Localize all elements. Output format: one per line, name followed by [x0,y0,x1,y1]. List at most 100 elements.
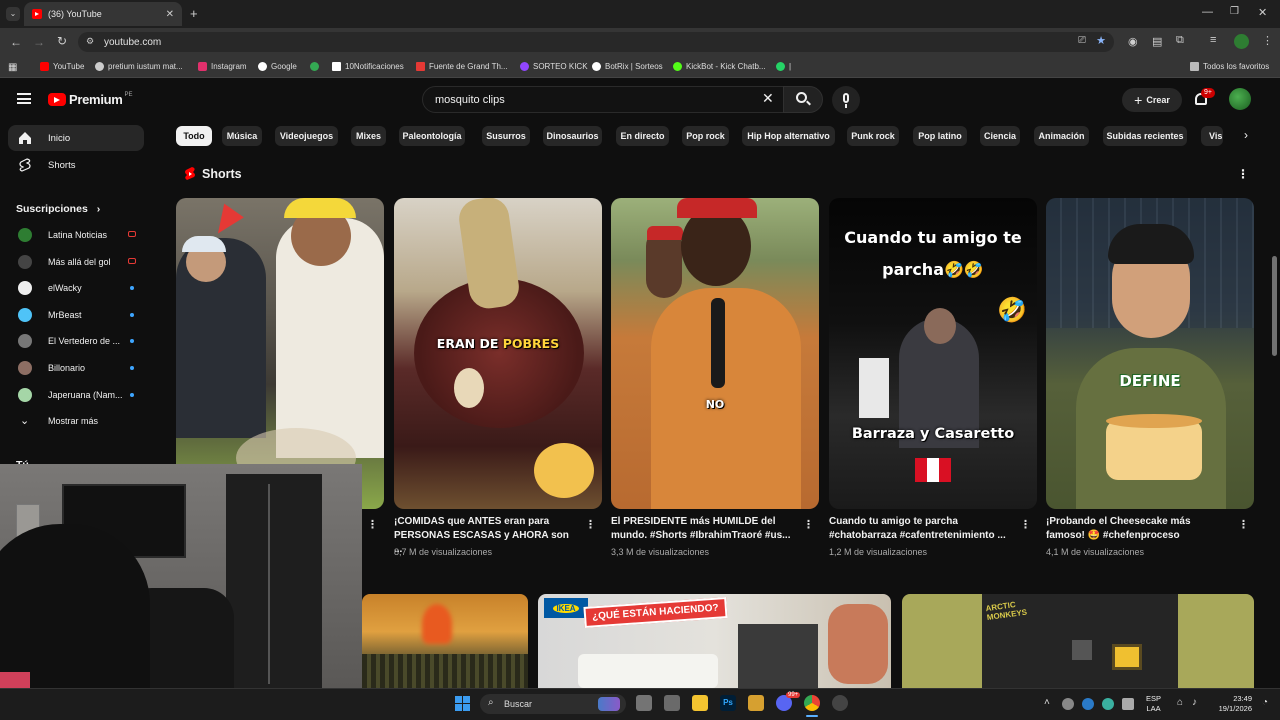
browser-tab-youtube[interactable]: (36) YouTube ✕ [24,2,182,26]
account-avatar[interactable] [1229,88,1251,110]
filter-chip[interactable]: Paleontología [399,126,465,146]
video-thumbnail[interactable] [362,594,528,688]
filter-chip[interactable]: Videojuegos [275,126,338,146]
browser-menu-icon[interactable]: ⋮ [1262,34,1273,47]
tab-search-icon[interactable]: ⌄ [6,7,20,21]
short-menu-icon[interactable]: ⋮ [585,518,596,531]
tab-close-icon[interactable]: ✕ [166,9,174,20]
back-icon[interactable]: ← [10,35,22,49]
bookmark-unnamed[interactable] [310,62,323,71]
windows-start-icon[interactable] [455,696,470,711]
filter-chip[interactable]: Animación [1034,126,1089,146]
language-indicator[interactable]: ESP LAA [1146,694,1161,714]
shelf-menu-icon[interactable]: ⋮ [1237,167,1249,181]
bookmark-youtube[interactable]: YouTube [40,62,84,71]
bookmark-pretium[interactable]: pretium iustum mat... [95,62,183,71]
minimize-icon[interactable]: — [1202,6,1213,18]
app-icon[interactable] [832,695,848,711]
extension-icon[interactable]: ◉ [1128,35,1138,48]
search-button[interactable] [783,86,823,113]
filter-chip[interactable]: Punk rock [847,126,899,146]
address-bar[interactable]: ⚙ youtube.com ⎚ ★ [78,32,1114,52]
filter-chip[interactable]: Susurros [482,126,530,146]
sidebar-subscription[interactable]: Billonario [8,356,144,380]
restore-icon[interactable]: ❐ [1230,6,1239,17]
bookmark-grand-theft[interactable]: Fuente de Grand Th... [416,62,508,71]
short-menu-icon[interactable]: ⋮ [803,518,814,531]
video-thumbnail[interactable]: IKEA ¿QUÉ ESTÁN HACIENDO? [538,594,891,688]
tray-chevron-icon[interactable]: ˄ [1044,697,1050,708]
reload-icon[interactable]: ↻ [57,34,67,48]
show-more-button[interactable]: ⌄ Mostrar más [8,409,144,433]
volume-icon[interactable]: ♪ [1192,697,1197,708]
filter-chip[interactable]: Vis [1201,126,1223,146]
window-close-icon[interactable]: ✕ [1258,6,1267,19]
filter-chip[interactable]: Mixes [351,126,386,146]
bookmark-whatsapp[interactable]: | [776,62,791,71]
sidebar-subscription[interactable]: MrBeast [8,303,144,327]
bookmark-botrix[interactable]: BotRix | Sorteos [592,62,663,71]
extensions-puzzle-icon[interactable]: ⧉ [1176,34,1184,47]
filter-chip[interactable]: En directo [616,126,669,146]
apps-grid-icon[interactable]: ▦ [8,62,17,73]
chrome-icon[interactable] [804,695,820,711]
forward-icon[interactable]: → [33,35,45,49]
filter-chip[interactable]: Hip Hop alternativo [742,126,835,146]
hamburger-menu-icon[interactable] [17,93,31,104]
all-bookmarks[interactable]: Todos los favoritos [1190,62,1269,71]
youtube-logo[interactable]: Premium PE [48,92,133,107]
filter-chip[interactable]: Pop rock [682,126,729,146]
bookmark-10notificaciones[interactable]: 10Notificaciones [332,62,404,71]
file-explorer-icon[interactable] [692,695,708,711]
bookmark-sorteo-kick[interactable]: SORTEO KICK [520,62,588,71]
short-title[interactable]: ¡Probando el Cheesecake más famoso! 🤩 #c… [1046,515,1231,543]
sidebar-item-home[interactable]: Inicio [8,125,144,151]
clock[interactable]: 23:49 19/1/2026 [1212,694,1252,714]
video-thumbnail[interactable]: ARCTIC MONKEYS [902,594,1254,688]
chips-next-icon[interactable]: › [1244,128,1248,142]
bookmark-google[interactable]: Google [258,62,297,71]
subscriptions-header[interactable]: Suscripciones › [16,203,100,215]
filter-chip[interactable]: Subidas recientes [1103,126,1187,146]
short-title[interactable]: El PRESIDENTE más HUMILDE del mundo. #Sh… [611,515,796,543]
short-thumbnail[interactable]: NO [611,198,819,509]
network-icon[interactable]: ⌂ [1177,697,1183,708]
filter-chip[interactable]: Pop latino [913,126,967,146]
filter-chip[interactable]: Música [222,126,262,146]
media-controls-icon[interactable]: ≡ [1210,34,1216,46]
notification-center-icon[interactable]: ◔ [1262,697,1268,708]
short-menu-icon[interactable]: ⋮ [367,518,378,531]
tray-app-icon[interactable] [1062,698,1074,710]
short-thumbnail[interactable]: ERAN DE POBRES [394,198,602,509]
sidebar-subscription[interactable]: El Vertedero de ... [8,329,144,353]
bookmark-kickbot[interactable]: KickBot - Kick Chatb... [673,62,766,71]
sidebar-subscription[interactable]: Más allá del gol [8,250,144,274]
app-icon[interactable] [664,695,680,711]
filter-chip[interactable]: Ciencia [980,126,1020,146]
notifications-button[interactable]: 9+ [1193,88,1215,109]
photoshop-icon[interactable]: Ps [720,695,736,711]
site-info-icon[interactable]: ⚙ [86,36,94,47]
search-input[interactable]: mosquito clips [422,86,786,113]
tray-app-icon[interactable] [1082,698,1094,710]
bookmark-instagram[interactable]: Instagram [198,62,247,71]
short-thumbnail[interactable]: DEFINE [1046,198,1254,509]
new-tab-button[interactable]: + [190,6,198,21]
extension-icon[interactable]: ▤ [1152,35,1162,48]
clear-search-icon[interactable]: ✕ [762,90,774,107]
short-thumbnail[interactable]: Cuando tu amigo te parcha🤣🤣 🤣 Barraza y … [829,198,1037,509]
short-title[interactable]: Cuando tu amigo te parcha #chatobarraza … [829,515,1014,543]
explorer-icon[interactable] [748,695,764,711]
short-menu-icon[interactable]: ⋮ [1020,518,1031,531]
filter-chip[interactable]: Todo [176,126,212,146]
sidebar-item-shorts[interactable]: Shorts [8,152,144,178]
taskbar-search-input[interactable]: ⌕ Buscar [480,694,626,714]
create-button[interactable]: + Crear [1122,88,1182,112]
profile-avatar[interactable] [1234,34,1249,49]
tray-app-icon[interactable] [1102,698,1114,710]
tray-app-icon[interactable] [1122,698,1134,710]
short-thumbnail[interactable] [176,198,384,509]
sidebar-subscription[interactable]: elWacky [8,276,144,300]
voice-search-button[interactable] [832,86,860,114]
short-menu-icon[interactable]: ⋮ [1238,518,1249,531]
